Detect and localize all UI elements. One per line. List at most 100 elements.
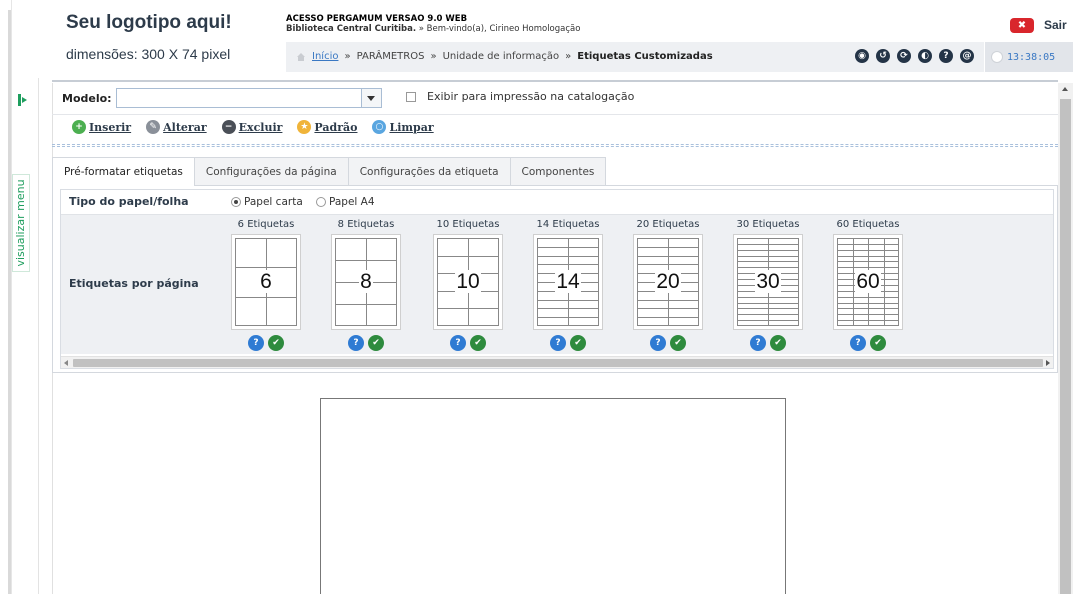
label-count-number: 6	[259, 270, 273, 293]
modelo-select[interactable]	[115, 88, 382, 108]
label-sheet-actions: ? ✔	[750, 335, 786, 351]
radio-papel-a4[interactable]: Papel A4	[316, 196, 375, 208]
modelo-label: Modelo:	[62, 91, 112, 105]
radio-button[interactable]	[316, 197, 326, 207]
settings-icon[interactable]: ◉	[855, 49, 869, 63]
alterar-button[interactable]: ✎ Alterar	[146, 120, 207, 134]
label-option-caption: 20 Etiquetas	[618, 219, 718, 230]
exibir-label: Exibir para impressão na catalogação	[427, 90, 635, 103]
tab-pre-formatar[interactable]: Pré-formatar etiquetas	[52, 157, 195, 186]
sync-icon[interactable]: ⟳	[897, 49, 911, 63]
excluir-button[interactable]: − Excluir	[221, 120, 282, 134]
modelo-row: Modelo:	[62, 88, 382, 108]
search-icon: ○	[372, 120, 387, 134]
exibir-checkbox[interactable]	[406, 91, 416, 102]
toolbar: + Inserir ✎ Alterar − Excluir ★ Padrão ○…	[72, 120, 449, 134]
label-sheet-thumbnail[interactable]: 14	[533, 234, 603, 330]
left-gutter	[0, 0, 12, 594]
radio-button-selected[interactable]	[231, 197, 241, 207]
visualizar-menu-tab[interactable]: visualizar menu	[12, 174, 30, 272]
tab-bar: Pré-formatar etiquetas Configurações da …	[52, 157, 607, 186]
radio-papel-carta[interactable]: Papel carta	[231, 196, 303, 208]
contrast-icon[interactable]: ◐	[918, 49, 932, 63]
minus-icon: −	[221, 120, 236, 134]
label-caption-text: 20 Etiquetas	[636, 219, 700, 230]
label-sheet-thumbnail[interactable]: 8	[331, 234, 401, 330]
check-icon[interactable]: ✔	[268, 335, 284, 351]
label-sheet-actions: ? ✔	[550, 335, 586, 351]
help-icon[interactable]: ?	[248, 335, 264, 351]
label-sheet-thumbnail[interactable]: 30	[733, 234, 803, 330]
plus-icon: +	[72, 120, 86, 134]
sair-button[interactable]: ✖ Sair	[1010, 17, 1067, 33]
system-subtitle: Biblioteca Central Curitiba. » Bem-vindo…	[286, 24, 580, 34]
help-icon[interactable]: ?	[348, 335, 364, 351]
scroll-up-icon[interactable]	[1062, 87, 1068, 91]
papel-a4-label: Papel A4	[329, 196, 375, 208]
help-icon[interactable]: ?	[750, 335, 766, 351]
label-caption-text: 14 Etiquetas	[536, 219, 600, 230]
label-preview-area	[320, 398, 786, 594]
dashed-divider	[52, 144, 1058, 147]
chevron-down-icon[interactable]	[360, 89, 381, 107]
label-sheet-thumbnail[interactable]: 20	[633, 234, 703, 330]
email-icon[interactable]: @	[960, 49, 974, 63]
inserir-button[interactable]: + Inserir	[72, 120, 131, 134]
vertical-scrollbar[interactable]	[1058, 83, 1073, 594]
help-icon[interactable]: ?	[650, 335, 666, 351]
star-icon: ★	[297, 120, 312, 134]
help-icon[interactable]: ?	[939, 49, 953, 63]
label-caption-text: 30 Etiquetas	[736, 219, 800, 230]
scroll-right-icon[interactable]	[1046, 360, 1050, 366]
tab-config-etiqueta[interactable]: Configurações da etiqueta	[347, 157, 511, 185]
breadcrumb-home-link[interactable]: Início	[312, 51, 338, 62]
session-clock: 13:38:05	[985, 42, 1073, 72]
check-icon[interactable]: ✔	[470, 335, 486, 351]
check-icon[interactable]: ✔	[368, 335, 384, 351]
breadcrumb: Início » PARÂMETROS » Unidade de informa…	[296, 51, 713, 62]
scroll-thumb[interactable]	[73, 359, 1043, 367]
limpar-button[interactable]: ○ Limpar	[372, 120, 434, 134]
system-title: ACESSO PERGAMUM VERSAO 9.0 WEB	[286, 14, 468, 24]
padrao-button[interactable]: ★ Padrão	[297, 120, 357, 134]
label-sheet-thumbnail[interactable]: 6	[231, 234, 301, 330]
label-caption-text: 10 Etiquetas	[436, 219, 500, 230]
breadcrumb-item-unidade[interactable]: Unidade de informação	[443, 51, 560, 62]
label-sheet-thumbnail[interactable]: 60	[833, 234, 903, 330]
label-option-caption: 6 Etiquetas	[216, 219, 316, 230]
label-count-number: 14	[555, 270, 581, 293]
check-icon[interactable]: ✔	[570, 335, 586, 351]
divider	[52, 114, 1058, 115]
help-icon[interactable]: ?	[850, 335, 866, 351]
vscroll-thumb[interactable]	[1060, 99, 1071, 594]
breadcrumb-current: Etiquetas Customizadas	[577, 51, 713, 62]
scroll-left-icon[interactable]	[64, 360, 68, 366]
edit-icon: ✎	[146, 120, 161, 134]
close-icon: ✖	[1010, 17, 1034, 33]
label-count-number: 8	[359, 270, 373, 293]
tab-config-pagina[interactable]: Configurações da página	[193, 157, 349, 185]
horizontal-scrollbar[interactable]	[61, 356, 1053, 368]
help-icon[interactable]: ?	[550, 335, 566, 351]
breadcrumb-item-parametros[interactable]: PARÂMETROS	[357, 51, 425, 62]
logo-title: Seu logotipo aqui!	[66, 12, 232, 33]
check-icon[interactable]: ✔	[770, 335, 786, 351]
label-sheet-actions: ? ✔	[348, 335, 384, 351]
limpar-label: Limpar	[389, 120, 434, 134]
label-option-caption: 8 Etiquetas	[316, 219, 416, 230]
label-sheet-actions: ? ✔	[248, 335, 284, 351]
refresh-icon[interactable]: ↺	[876, 49, 890, 63]
label-caption-text: 8 Etiquetas	[337, 219, 395, 230]
label-sheet-thumbnail[interactable]: 10	[433, 234, 503, 330]
check-icon[interactable]: ✔	[870, 335, 886, 351]
labels-per-page-label: Etiquetas por página	[69, 277, 199, 290]
exibir-option[interactable]: Exibir para impressão na catalogação	[406, 90, 634, 103]
menu-toggle-icon[interactable]	[18, 94, 30, 108]
check-icon[interactable]: ✔	[670, 335, 686, 351]
tab-componentes[interactable]: Componentes	[509, 157, 607, 185]
inserir-label: Inserir	[89, 120, 132, 134]
label-sheet-actions: ? ✔	[850, 335, 886, 351]
help-icon[interactable]: ?	[450, 335, 466, 351]
padrao-label: Padrão	[314, 120, 358, 134]
home-icon	[297, 52, 305, 61]
